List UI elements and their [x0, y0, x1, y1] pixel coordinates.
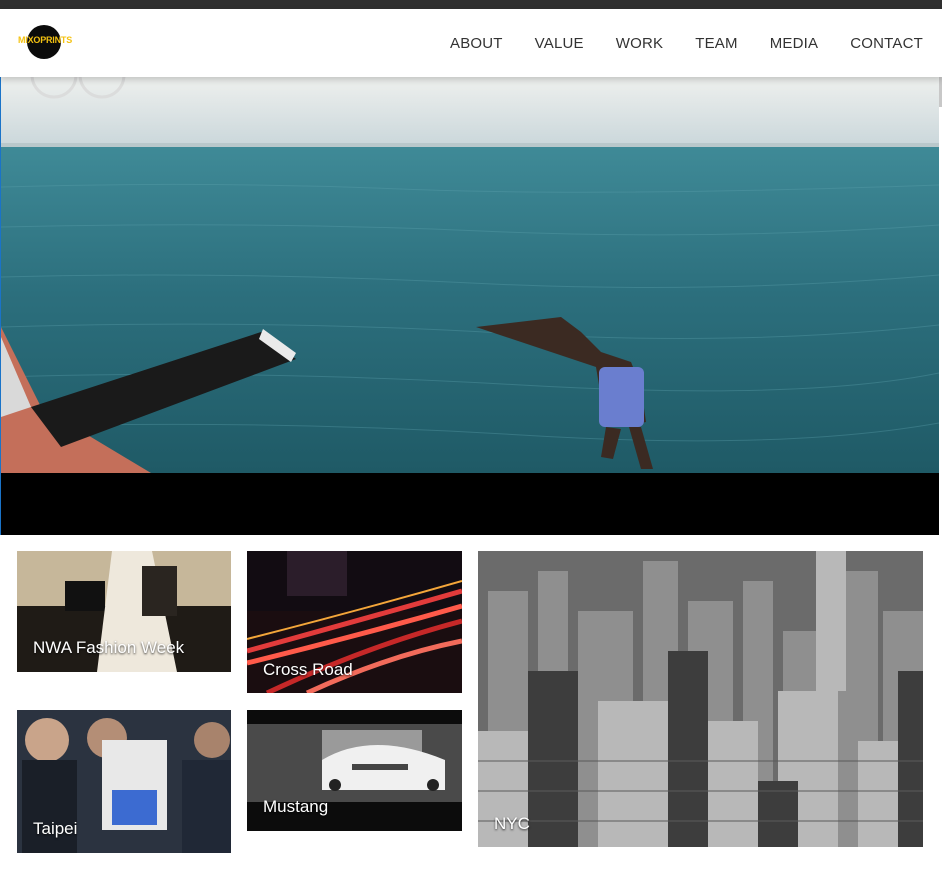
nav-item-contact[interactable]: CONTACT: [850, 35, 923, 52]
gallery-tile-mustang[interactable]: Mustang: [247, 710, 462, 831]
gallery-tile-nwa-fashion-week[interactable]: NWA Fashion Week: [17, 551, 231, 672]
site-logo[interactable]: MIXOPRINTS: [18, 25, 72, 59]
gallery-tile-nyc[interactable]: NYC: [478, 551, 923, 847]
tile-caption: NWA Fashion Week: [33, 638, 185, 657]
top-bar: [0, 0, 942, 9]
site-header: MIXOPRINTS ABOUT VALUE WORK TEAM MEDIA C…: [0, 9, 942, 77]
hero-video[interactable]: [1, 77, 939, 473]
nav-item-work[interactable]: WORK: [616, 35, 663, 52]
tile-caption: NYC: [494, 814, 530, 833]
hero-video-bottom-band: [1, 473, 939, 535]
main-nav: ABOUT VALUE WORK TEAM MEDIA CONTACT: [450, 9, 923, 77]
tile-caption: Mustang: [263, 797, 329, 816]
nav-item-media[interactable]: MEDIA: [770, 35, 819, 52]
gallery-tile-taipei[interactable]: Taipei: [17, 710, 231, 853]
tile-caption: Taipei: [33, 819, 78, 838]
tile-caption: Cross Road: [263, 660, 353, 679]
nav-item-value[interactable]: VALUE: [535, 35, 584, 52]
nav-item-about[interactable]: ABOUT: [450, 35, 503, 52]
gallery-tile-cross-road[interactable]: Cross Road: [247, 551, 462, 693]
logo-text: MIXOPRINTS: [18, 35, 73, 45]
nav-item-team[interactable]: TEAM: [695, 35, 737, 52]
